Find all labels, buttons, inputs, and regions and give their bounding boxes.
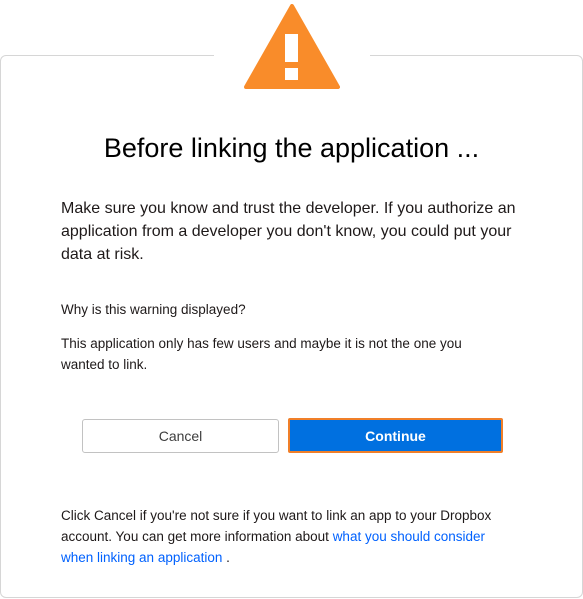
why-explanation: This application only has few users and …	[61, 336, 462, 372]
cancel-button[interactable]: Cancel	[82, 419, 279, 453]
dialog-title: Before linking the application ...	[103, 133, 480, 163]
link-app-warning-page: Before linking the application ... Make …	[0, 0, 583, 599]
warning-triangle-icon	[244, 4, 340, 89]
why-heading: Why is this warning displayed?	[61, 302, 246, 317]
footer-text: Click Cancel if you're not sure if you w…	[61, 505, 521, 568]
footer-text-after-link: .	[222, 550, 230, 565]
continue-button[interactable]: Continue	[288, 418, 503, 453]
intro-text: Make sure you know and trust the develop…	[61, 200, 516, 263]
